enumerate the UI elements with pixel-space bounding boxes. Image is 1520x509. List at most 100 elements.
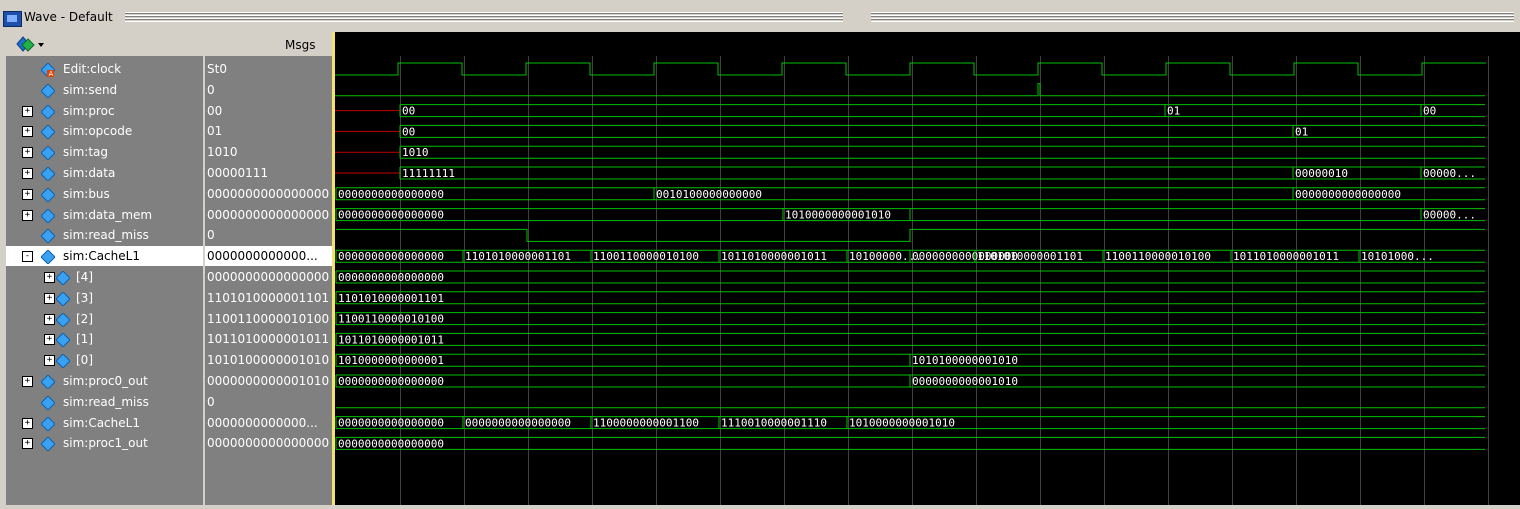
bus-value-label: 0000000000000000 bbox=[338, 188, 444, 201]
signal-value-cell: 00 bbox=[205, 101, 333, 121]
signal-row[interactable]: + [1] bbox=[6, 329, 203, 349]
signal-row[interactable]: + sim:proc bbox=[6, 101, 203, 121]
bus-value-label: 01 bbox=[1295, 125, 1308, 138]
expand-icon[interactable]: + bbox=[22, 376, 33, 387]
signal-value: 0000000000000000 bbox=[207, 270, 330, 284]
diamond-icon bbox=[55, 311, 71, 328]
signal-name-column: A Edit:clock sim:send + sim:proc + sim:opcode +… bbox=[6, 56, 203, 505]
signal-row[interactable]: + sim:CacheL1 bbox=[6, 413, 203, 433]
signal-row[interactable]: - sim:CacheL1 bbox=[6, 246, 203, 267]
signal-value-cell: St0 bbox=[205, 59, 333, 79]
bus-value-label: 1010100000001010 bbox=[912, 354, 1018, 367]
expand-icon[interactable]: + bbox=[22, 147, 33, 159]
diamond-icon bbox=[40, 83, 56, 99]
signal-name: sim:CacheL1 bbox=[63, 249, 140, 264]
titlebar-drag-lines[interactable] bbox=[125, 12, 1514, 22]
signal-row[interactable]: + sim:bus bbox=[6, 184, 203, 204]
signal-row[interactable]: + [3] bbox=[6, 288, 203, 308]
signal-row[interactable]: + sim:data bbox=[6, 163, 203, 183]
expand-icon[interactable]: + bbox=[22, 438, 33, 450]
bus-value-label: 0000000000000000 bbox=[338, 250, 444, 263]
signal-value: 0000000000001010 bbox=[207, 374, 330, 388]
waveform-pane[interactable]: 00 01 00 00 01 1010 11111111 00000010 00000... 00… bbox=[334, 32, 1520, 505]
signal-name: sim:CacheL1 bbox=[63, 415, 140, 430]
waveform-canvas[interactable]: 00 01 00 00 01 1010 11111111 00000010 00000... 00… bbox=[334, 32, 1520, 505]
signal-row[interactable]: sim:read_miss bbox=[6, 392, 203, 412]
clock-waveform bbox=[334, 62, 1486, 76]
diamond-icon bbox=[40, 166, 56, 182]
signal-row[interactable]: + sim:proc1_out bbox=[6, 433, 203, 453]
diamond-icon bbox=[55, 353, 71, 369]
signal-value: 0000000000000000 bbox=[207, 186, 330, 201]
signal-row[interactable]: + sim:opcode bbox=[6, 121, 203, 141]
expand-icon[interactable]: + bbox=[22, 105, 33, 117]
diamond-icon bbox=[55, 291, 71, 307]
signal-value: 00000111 bbox=[207, 166, 269, 180]
header-row: Msgs bbox=[0, 32, 334, 55]
bus-value-label: 0000000000000000 bbox=[1295, 188, 1401, 201]
signal-row[interactable]: + sim:data_mem bbox=[6, 205, 203, 225]
titlebar-grip[interactable] bbox=[843, 12, 871, 22]
signal-value: 1101010000001101 bbox=[207, 290, 330, 305]
bus-value-label: 0000000000000000 bbox=[338, 417, 444, 430]
signal-value-cell: 0000000000000... bbox=[205, 246, 333, 267]
expand-icon[interactable]: + bbox=[44, 292, 55, 304]
expand-icon[interactable]: + bbox=[22, 168, 33, 179]
signal-value-cell: 0000000000000... bbox=[205, 413, 333, 433]
expand-icon[interactable]: + bbox=[22, 417, 33, 429]
signal-name: [3] bbox=[76, 290, 93, 305]
signal-value-cell: 1010100000001010 bbox=[205, 350, 333, 370]
signal-value-cell: 1101010000001101 bbox=[205, 288, 333, 308]
bus-value-label: 1010000000001010 bbox=[785, 209, 891, 222]
signal-name: sim:bus bbox=[63, 186, 110, 201]
signal-row[interactable]: + sim:proc0_out bbox=[6, 371, 203, 391]
signal-row[interactable]: + [4] bbox=[6, 267, 203, 287]
bus-value-label: 0000000000000000 bbox=[338, 209, 444, 222]
bus-value-label: 1011010000001011 bbox=[1233, 250, 1339, 263]
signal-value: 00 bbox=[207, 103, 223, 118]
signal-row[interactable]: + [0] bbox=[6, 350, 203, 370]
expand-icon[interactable]: + bbox=[44, 334, 55, 346]
expand-icon[interactable]: + bbox=[44, 355, 55, 367]
bus-value-label: 1100000000001100 bbox=[593, 417, 699, 430]
signal-row[interactable]: sim:read_miss bbox=[6, 225, 203, 245]
signal-value-cell: 0 bbox=[205, 80, 333, 100]
signal-name: sim:read_miss bbox=[63, 394, 149, 409]
bus-value-label: 0000000000000000 bbox=[338, 437, 444, 450]
signal-name: [4] bbox=[76, 270, 93, 284]
signal-row[interactable]: + [2] bbox=[6, 309, 203, 329]
bus-value-label: 00 bbox=[402, 125, 415, 138]
signal-row[interactable]: sim:send bbox=[6, 80, 203, 100]
expand-icon[interactable]: + bbox=[44, 313, 55, 325]
signal-value: 0000000000000000 bbox=[207, 436, 330, 451]
bus-value-label: 1011010000001011 bbox=[338, 333, 444, 346]
diamond-icon bbox=[40, 436, 56, 453]
msgs-column-header: Msgs bbox=[285, 38, 316, 52]
clock-signal-icon: A bbox=[40, 62, 56, 78]
wave-cursor-icon[interactable] bbox=[16, 36, 46, 52]
bus-value-label: 10101000... bbox=[1361, 250, 1434, 263]
signal-row[interactable]: A Edit:clock bbox=[6, 59, 203, 79]
bus-value-label: 1110010000001110 bbox=[721, 417, 827, 430]
expand-icon[interactable]: + bbox=[22, 209, 33, 221]
signal-value: 1011010000001011 bbox=[207, 332, 330, 347]
bus-value-label: 00000010 bbox=[1295, 167, 1348, 180]
signal-value: 0000000000000000 bbox=[207, 207, 330, 222]
signal-value: 0000000000000... bbox=[207, 415, 318, 430]
expand-icon[interactable]: + bbox=[44, 272, 55, 283]
signal-value-cell: 1010 bbox=[205, 142, 333, 162]
signal-name: Edit:clock bbox=[63, 62, 122, 76]
diamond-icon bbox=[40, 395, 56, 411]
bus-value-label: 1100110000010100 bbox=[338, 313, 444, 326]
signal-value-cell: 0000000000000000 bbox=[205, 433, 333, 453]
bus-value-label: 1011010000001011 bbox=[721, 250, 827, 263]
signal-value-column: St0 0 00 01 1010 00000111 0000000000000000 0000… bbox=[205, 56, 333, 505]
signal-row[interactable]: + sim:tag bbox=[6, 142, 203, 162]
signal-value: 1100110000010100 bbox=[207, 311, 330, 326]
collapse-icon[interactable]: - bbox=[22, 251, 33, 263]
bus-value-label: 1100110000010100 bbox=[1105, 250, 1211, 263]
diamond-icon bbox=[40, 249, 56, 265]
expand-icon[interactable]: + bbox=[22, 126, 33, 138]
bit-waveform bbox=[334, 83, 1485, 97]
expand-icon[interactable]: + bbox=[22, 188, 33, 200]
